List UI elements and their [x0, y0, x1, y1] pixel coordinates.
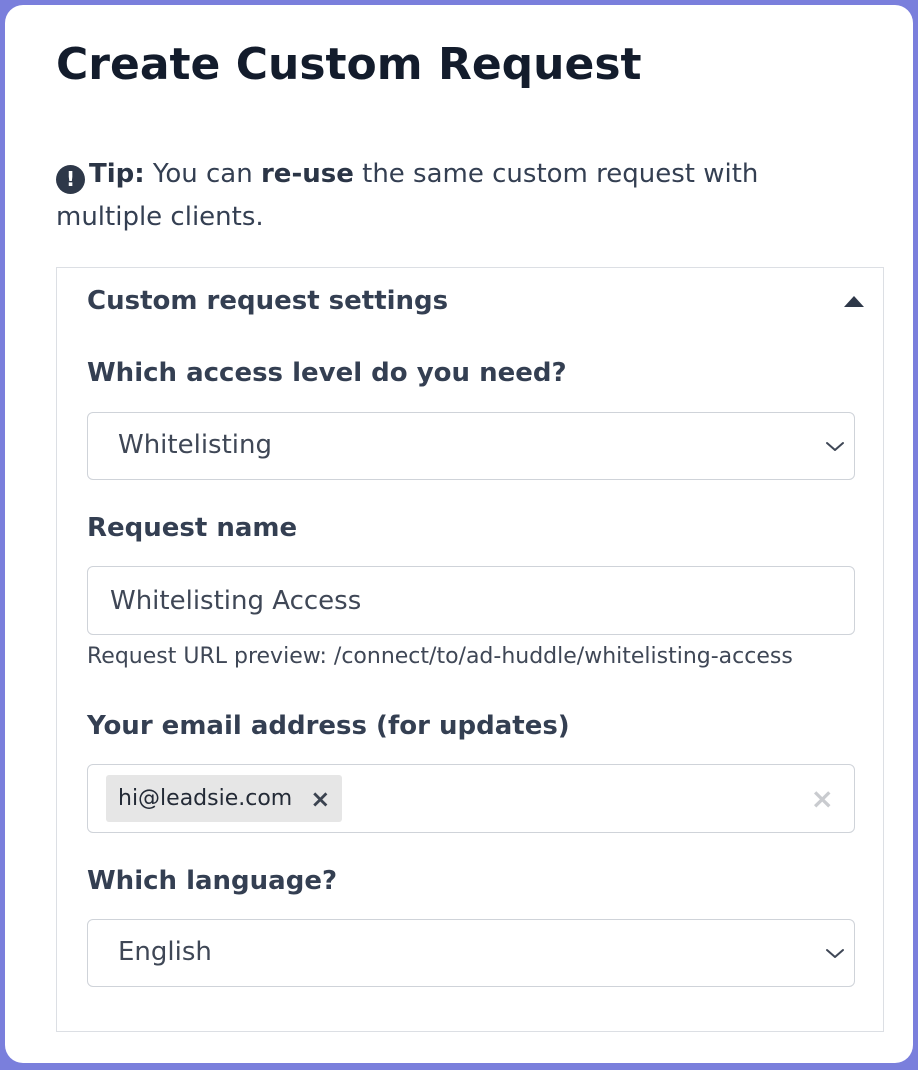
request-url-preview: Request URL preview: /connect/to/ad-hudd…	[87, 644, 793, 669]
language-value: English	[118, 937, 212, 967]
tip-message: ! Tip: You can re-use the same custom req…	[56, 153, 866, 239]
request-name-input[interactable]	[87, 566, 855, 635]
clear-icon[interactable]: ×	[811, 785, 834, 813]
request-name-label: Request name	[87, 513, 298, 543]
access-level-value: Whitelisting	[118, 430, 272, 460]
tip-text-before: You can	[144, 159, 261, 189]
chevron-down-icon	[826, 949, 844, 958]
settings-header[interactable]: Custom request settings	[87, 286, 448, 316]
custom-request-settings-card: Custom request settings Which access lev…	[56, 267, 884, 1032]
language-label: Which language?	[87, 866, 338, 896]
email-tag: hi@leadsie.com ×	[106, 775, 343, 822]
language-select[interactable]: English	[87, 919, 855, 987]
email-label: Your email address (for updates)	[87, 711, 570, 741]
create-request-panel: Create Custom Request ! Tip: You can re-u…	[5, 5, 913, 1063]
email-tag-label: hi@leadsie.com	[118, 786, 293, 811]
caret-up-icon[interactable]	[844, 296, 864, 307]
access-level-select[interactable]: Whitelisting	[87, 412, 855, 480]
tag-remove-icon[interactable]: ×	[310, 787, 330, 811]
alert-circle-icon: !	[56, 165, 85, 194]
chevron-down-icon	[826, 442, 844, 451]
tip-bold-text: re-use	[260, 159, 354, 189]
access-level-label: Which access level do you need?	[87, 358, 567, 388]
tip-label: Tip:	[89, 159, 145, 189]
email-tag-input[interactable]: hi@leadsie.com × ×	[87, 764, 855, 833]
page-title: Create Custom Request	[56, 39, 642, 90]
